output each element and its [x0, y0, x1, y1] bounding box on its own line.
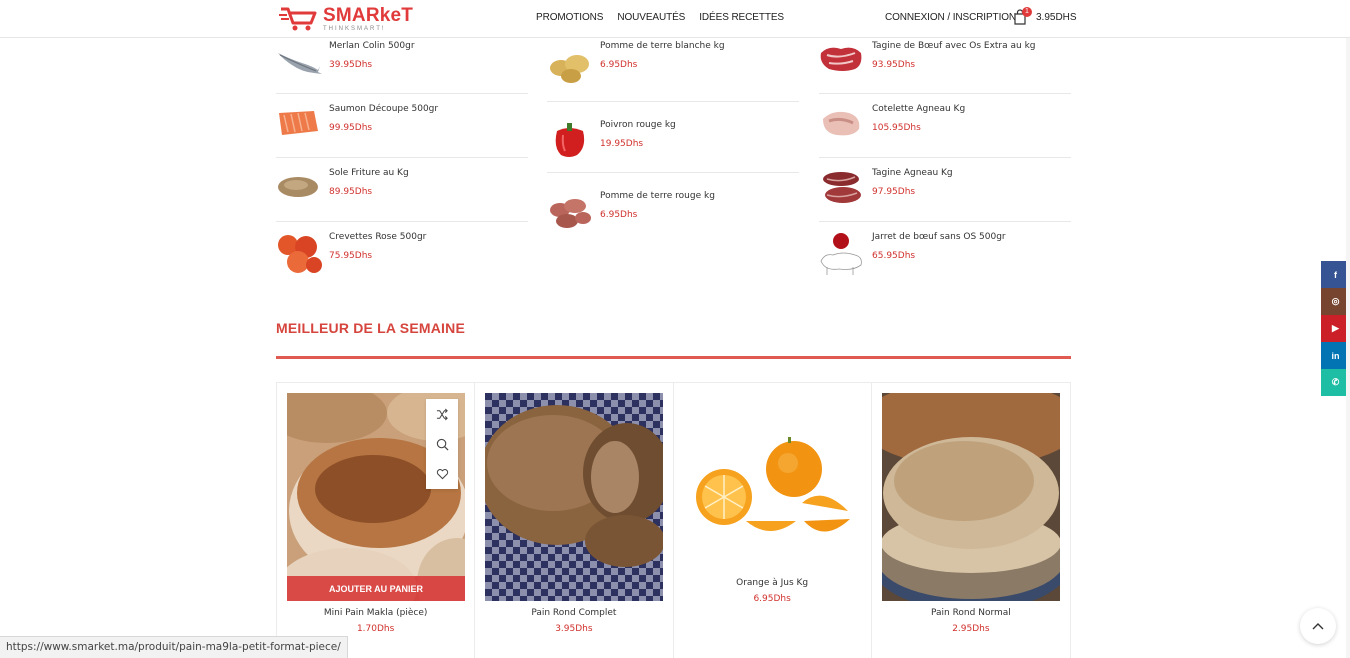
- shrimp-icon[interactable]: [276, 229, 322, 275]
- chevron-up-icon: [1312, 623, 1324, 630]
- list-item-name[interactable]: Cotelette Agneau Kg: [872, 104, 965, 115]
- list-item[interactable]: Poivron rouge kg 19.95Dhs: [547, 102, 799, 173]
- cart-logo-icon: [279, 7, 317, 31]
- list-item-price: 105.95Dhs: [872, 123, 921, 133]
- list-item[interactable]: Tagine de Bœuf avec Os Extra au kg 93.95…: [819, 38, 1071, 94]
- site-header: SMARkeT THINKSMART! PROMOTIONS NOUVEAUTÉ…: [0, 0, 1350, 38]
- sole-icon[interactable]: [276, 165, 322, 211]
- list-item-price: 65.95Dhs: [872, 251, 916, 261]
- product-price: 1.70Dhs: [356, 624, 395, 634]
- product-actions: [426, 399, 458, 489]
- product-price: 2.95Dhs: [952, 624, 990, 634]
- list-item-name[interactable]: Poivron rouge kg: [600, 120, 676, 131]
- cart-total: 3.95DHS: [1036, 11, 1077, 23]
- list-item-price: 89.95Dhs: [329, 187, 373, 197]
- list-item[interactable]: Saumon Découpe 500gr 99.95Dhs: [276, 94, 528, 158]
- beef-icon[interactable]: [819, 39, 865, 85]
- product-name[interactable]: Mini Pain Makla (pièce): [277, 608, 474, 618]
- list-item-price: 6.95Dhs: [600, 210, 638, 220]
- list-item-name[interactable]: Sole Friture au Kg: [329, 168, 409, 179]
- beef-shank-icon[interactable]: [819, 229, 865, 275]
- list-item-price: 19.95Dhs: [600, 139, 644, 149]
- list-item-name[interactable]: Pomme de terre blanche kg: [600, 41, 725, 52]
- product-card[interactable]: Pain Rond Complet 3.95Dhs: [475, 383, 674, 658]
- cart-button[interactable]: 1 3.95DHS: [1013, 7, 1077, 25]
- list-item[interactable]: Cotelette Agneau Kg 105.95Dhs: [819, 94, 1071, 158]
- product-list-vegetables: Pomme de terre blanche kg 6.95Dhs Poivro…: [547, 38, 799, 244]
- product-image-pain-complet[interactable]: [485, 393, 664, 601]
- list-item-name[interactable]: Saumon Découpe 500gr: [329, 104, 438, 115]
- salmon-icon[interactable]: [276, 101, 322, 147]
- product-list-meat: Tagine de Bœuf avec Os Extra au kg 93.95…: [819, 38, 1071, 286]
- section-title: MEILLEUR DE LA SEMAINE: [276, 320, 465, 336]
- list-item-price: 75.95Dhs: [329, 251, 373, 261]
- product-image-orange[interactable]: [683, 393, 862, 601]
- best-of-week-grid: AJOUTER AU PANIER Mini Pain Makla (pièce…: [276, 382, 1071, 658]
- product-list-fish: Merlan Colin 500gr 39.95Dhs Saumon Décou…: [276, 38, 528, 282]
- product-price: 6.95Dhs: [753, 594, 791, 604]
- shopping-bag-icon: 1: [1013, 7, 1032, 25]
- product-name[interactable]: Orange à Jus Kg: [674, 578, 871, 588]
- list-item[interactable]: Pomme de terre rouge kg 6.95Dhs: [547, 173, 799, 244]
- product-card[interactable]: AJOUTER AU PANIER Mini Pain Makla (pièce…: [277, 383, 476, 658]
- list-item[interactable]: Pomme de terre blanche kg 6.95Dhs: [547, 38, 799, 102]
- nav-idees-recettes[interactable]: IDÉES RECETTES: [699, 12, 784, 23]
- product-name[interactable]: Pain Rond Normal: [872, 608, 1070, 618]
- nav-promotions[interactable]: PROMOTIONS: [536, 12, 603, 23]
- heart-icon[interactable]: [434, 466, 450, 482]
- list-item-name[interactable]: Tagine Agneau Kg: [872, 168, 953, 179]
- list-item-name[interactable]: Pomme de terre rouge kg: [600, 191, 715, 202]
- list-item-price: 93.95Dhs: [872, 60, 916, 70]
- site-logo[interactable]: SMARkeT THINKSMART!: [279, 5, 413, 33]
- list-item-name[interactable]: Merlan Colin 500gr: [329, 41, 415, 52]
- list-item-price: 6.95Dhs: [600, 60, 638, 70]
- list-item-price: 39.95Dhs: [329, 60, 373, 70]
- search-icon[interactable]: [434, 436, 450, 452]
- cart-count-badge: 1: [1022, 7, 1032, 17]
- add-to-cart-button[interactable]: AJOUTER AU PANIER: [287, 576, 465, 601]
- lamb-chop-icon[interactable]: [819, 101, 865, 147]
- list-item[interactable]: Crevettes Rose 500gr 75.95Dhs: [276, 222, 528, 282]
- fish-icon[interactable]: [276, 39, 322, 85]
- product-image-pain-normal[interactable]: [881, 393, 1060, 601]
- list-item-name[interactable]: Crevettes Rose 500gr: [329, 232, 426, 243]
- potato-icon[interactable]: [547, 42, 593, 88]
- list-item[interactable]: Jarret de bœuf sans OS 500gr 65.95Dhs: [819, 222, 1071, 286]
- list-item[interactable]: Sole Friture au Kg 89.95Dhs: [276, 158, 528, 222]
- browser-status-url: https://www.smarket.ma/produit/pain-ma9l…: [0, 636, 348, 658]
- list-item[interactable]: Merlan Colin 500gr 39.95Dhs: [276, 38, 528, 94]
- product-card[interactable]: Pain Rond Normal 2.95Dhs: [872, 383, 1070, 658]
- list-item-name[interactable]: Jarret de bœuf sans OS 500gr: [872, 232, 1006, 243]
- product-card[interactable]: Orange à Jus Kg 6.95Dhs: [674, 383, 872, 658]
- product-name[interactable]: Pain Rond Complet: [475, 608, 672, 618]
- scroll-to-top-button[interactable]: [1300, 608, 1336, 644]
- logo-tagline: THINKSMART!: [323, 26, 386, 32]
- compare-icon[interactable]: [434, 406, 450, 422]
- list-item-price: 97.95Dhs: [872, 187, 916, 197]
- list-item[interactable]: Tagine Agneau Kg 97.95Dhs: [819, 158, 1071, 222]
- pepper-icon[interactable]: [547, 117, 593, 163]
- lamb-icon[interactable]: [819, 165, 865, 211]
- page-scrollbar[interactable]: [1346, 38, 1350, 658]
- red-potato-icon[interactable]: [547, 188, 593, 234]
- logo-wordmark: SMARkeT: [323, 5, 414, 26]
- main-nav: PROMOTIONS NOUVEAUTÉS IDÉES RECETTES: [536, 12, 784, 23]
- login-register-link[interactable]: CONNEXION / INSCRIPTION: [885, 12, 1016, 23]
- product-price: 3.95Dhs: [555, 624, 593, 634]
- list-item-price: 99.95Dhs: [329, 123, 373, 133]
- list-item-name[interactable]: Tagine de Bœuf avec Os Extra au kg: [872, 41, 1036, 52]
- nav-nouveautes[interactable]: NOUVEAUTÉS: [617, 12, 685, 23]
- section-divider: [276, 356, 1071, 359]
